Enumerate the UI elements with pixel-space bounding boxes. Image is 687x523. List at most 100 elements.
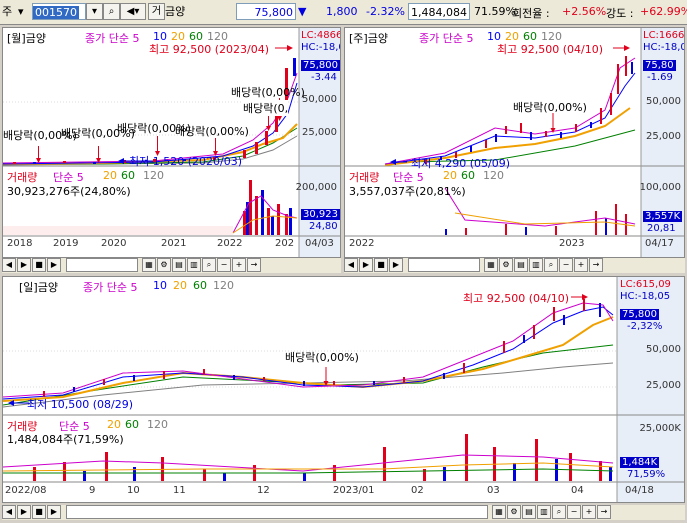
scroll-right-button[interactable]: ▶ <box>47 505 61 519</box>
weekly-xtick-1: 2022 <box>349 238 375 249</box>
daily-vol-pct-box: 71,59% <box>627 469 666 480</box>
layout-icon[interactable]: ▤ <box>522 505 536 519</box>
weekly-vol-ytick-1: 100,000 <box>639 182 681 193</box>
daily-chart-panel: [일]금양 종가 단순 5 10 20 60 120 최고 92,500 (04… <box>2 276 685 503</box>
weekly-xtick-2: 2023 <box>559 238 585 249</box>
monthly-low-label: 최저 1,520 (2020/03) <box>129 155 243 168</box>
daily-high-label: 최고 92,500 (04/10) <box>463 292 570 305</box>
plus-button[interactable]: + <box>574 258 588 272</box>
scroll-slider[interactable] <box>65 505 488 519</box>
daily-lc: LC:615,09 <box>620 279 671 290</box>
daily-low-label: 최저 10,500 (08/29) <box>27 398 134 411</box>
settings-icon[interactable]: ⚙ <box>499 258 513 272</box>
daily-vol-ma120: 120 <box>147 418 168 431</box>
scroll-right-button[interactable]: ▶ <box>47 258 61 272</box>
minus-button[interactable]: − <box>217 258 231 272</box>
daily-pct-box: -2,32% <box>627 321 663 332</box>
weekly-chart-title: [주]금양 <box>349 32 388 45</box>
weekly-lc: LC:1666 <box>643 30 685 41</box>
monthly-dividend-4: 배당락(0,00%) <box>175 125 249 138</box>
layout-icon[interactable]: ▤ <box>514 258 528 272</box>
monthly-chart-panel: [월]금양 종가 단순 5 10 20 60 120 최고 92,500 (20… <box>2 27 341 258</box>
weekly-date: 04/17 <box>645 238 674 249</box>
arrow-right-button[interactable]: → <box>589 258 603 272</box>
scroll-left-button[interactable]: ◀ <box>2 258 16 272</box>
arrow-right-button[interactable]: → <box>247 258 261 272</box>
tools-icon[interactable]: ▥ <box>187 258 201 272</box>
minus-button[interactable]: − <box>567 505 581 519</box>
settings-icon[interactable]: ⚙ <box>157 258 171 272</box>
weekly-high-label: 최고 92,500 (04/10) <box>497 43 604 56</box>
scroll-slider[interactable] <box>65 258 138 272</box>
monthly-chart-canvas <box>3 28 340 257</box>
price-change: 1,800 <box>326 5 358 18</box>
monthly-vol-ytick-1: 200,000 <box>295 182 337 193</box>
stock-name: 금양 <box>165 3 233 20</box>
flag-button[interactable]: 거 <box>148 3 165 20</box>
grid-icon[interactable]: ▦ <box>484 258 498 272</box>
scroll-left-button[interactable]: ◀ <box>344 258 358 272</box>
code-dropdown-icon[interactable]: ▾ <box>86 3 103 20</box>
monthly-vol-pct-box: 24,80 <box>309 221 338 232</box>
settings-icon[interactable]: ⚙ <box>507 505 521 519</box>
arrow-right-button[interactable]: → <box>597 505 611 519</box>
plus-button[interactable]: + <box>582 505 596 519</box>
daily-price-box: 75,800 <box>620 309 659 320</box>
volume-value: 1,484,084 <box>408 3 470 20</box>
down-arrow-icon: ▼ <box>298 5 307 18</box>
plus-button[interactable]: + <box>232 258 246 272</box>
grid-icon[interactable]: ▦ <box>492 505 506 519</box>
layout-icon[interactable]: ▤ <box>172 258 186 272</box>
daily-ytick-1: 50,000 <box>646 344 681 355</box>
tools-icon[interactable]: ▥ <box>537 505 551 519</box>
scroll-left-button[interactable]: ◀ <box>2 505 16 519</box>
scroll-right-button[interactable]: ▶ <box>389 258 403 272</box>
tools-icon[interactable]: ▥ <box>529 258 543 272</box>
play-button[interactable]: ▶ <box>17 505 31 519</box>
daily-xtick-9: 04 <box>571 485 584 496</box>
grid-icon[interactable]: ▦ <box>142 258 156 272</box>
weekly-dividend: 배당락(0,00%) <box>513 101 587 114</box>
stop-button[interactable]: ■ <box>32 258 46 272</box>
monthly-pct-box: -3.44 <box>311 72 337 83</box>
daily-xtick-5: 12 <box>257 485 270 496</box>
monthly-price-box: 75,800 <box>301 60 340 71</box>
weekly-chart-canvas <box>345 28 684 257</box>
play-button[interactable]: ▶ <box>359 258 373 272</box>
stop-button[interactable]: ■ <box>32 505 46 519</box>
daily-vol-ytick-1: 25,000K <box>639 423 681 434</box>
search-icon[interactable]: ⌕ <box>103 3 120 20</box>
zoom-icon[interactable]: ⌕ <box>544 258 558 272</box>
zoom-icon[interactable]: ⌕ <box>202 258 216 272</box>
daily-hc: HC:-18,05 <box>620 291 671 302</box>
daily-xtick-2: 9 <box>89 485 96 496</box>
monthly-xtick-6: 202 <box>275 238 295 249</box>
weekly-hc: HC:-18,0 <box>643 42 685 53</box>
minus-button[interactable]: − <box>559 258 573 272</box>
daily-xtick-6: 2023/01 <box>333 485 375 496</box>
daily-scroll-controls: ◀ ▶ ■ ▶ ▦ ⚙ ▤ ▥ ⌕ − + → <box>2 505 685 520</box>
daily-xtick-3: 10 <box>127 485 140 496</box>
daily-ma20-label: 20 <box>173 279 187 292</box>
monthly-xtick-4: 2021 <box>161 238 187 249</box>
weekly-vol-ma120: 120 <box>483 169 504 182</box>
stock-code-input[interactable]: 001570 <box>32 3 86 20</box>
daily-dividend: 배당락(0,00%) <box>285 351 359 364</box>
monthly-vol-ma20: 20 <box>103 169 117 182</box>
monthly-vol-box: 30,923 <box>301 209 340 220</box>
daily-date: 04/18 <box>625 485 654 496</box>
daily-xtick-1: 2022/08 <box>5 485 47 496</box>
monthly-high-label: 최고 92,500 (2023/04) <box>149 43 270 56</box>
daily-vol-box: 1,484K <box>620 457 660 468</box>
zoom-icon[interactable]: ⌕ <box>552 505 566 519</box>
mode-dropdown-icon[interactable]: ▾ <box>18 3 30 20</box>
monthly-dividend-6: 배당락(0, <box>243 100 289 116</box>
play-button[interactable]: ▶ <box>17 258 31 272</box>
weekly-pct-box: -1.69 <box>647 72 673 83</box>
daily-xtick-4: 11 <box>173 485 186 496</box>
weekly-chart-panel: [주]금양 종가 단순 5 10 20 60 120 최고 92,500 (04… <box>344 27 685 258</box>
daily-vol-ma20: 20 <box>107 418 121 431</box>
speaker-icon[interactable]: ◀▾ <box>120 3 146 20</box>
stop-button[interactable]: ■ <box>374 258 388 272</box>
scroll-slider[interactable] <box>407 258 480 272</box>
